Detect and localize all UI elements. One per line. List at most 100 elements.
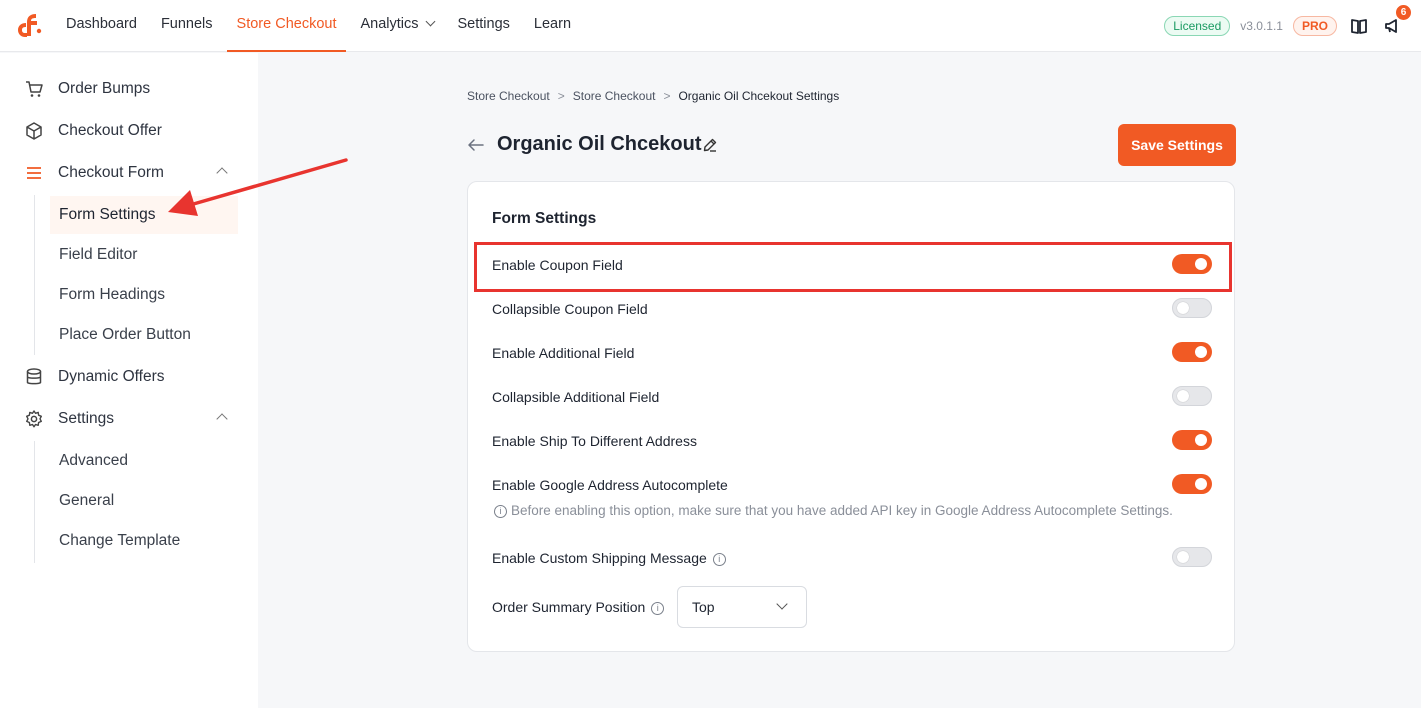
top-navigation-bar: Dashboard Funnels Store Checkout Analyti…	[0, 0, 1421, 52]
sidebar-sub-advanced[interactable]: Advanced	[50, 442, 238, 480]
toggle-knob	[1195, 478, 1207, 490]
sidebar-sub-label: Form Headings	[59, 286, 165, 303]
toggle-collapsible-additional[interactable]	[1172, 386, 1212, 406]
nav-store-checkout-label: Store Checkout	[236, 16, 337, 32]
toggle-knob	[1177, 390, 1189, 402]
setting-label-text: Enable Custom Shipping Message	[492, 550, 707, 566]
sidebar: Order Bumps Checkout Offer Checkout Form…	[0, 53, 258, 708]
autocomplete-hint: i Before enabling this option, make sure …	[492, 503, 1173, 518]
gear-icon	[24, 409, 44, 429]
breadcrumb-link[interactable]: Store Checkout	[467, 89, 550, 103]
breadcrumb-current: Organic Oil Chcekout Settings	[678, 89, 840, 103]
form-settings-card: Form Settings Enable Coupon Field Collap…	[467, 181, 1235, 652]
save-settings-button[interactable]: Save Settings	[1118, 124, 1236, 166]
docs-button[interactable]	[1347, 14, 1371, 38]
sidebar-sub-general[interactable]: General	[50, 482, 238, 520]
info-icon: i	[494, 505, 507, 518]
toggle-ship-different[interactable]	[1172, 430, 1212, 450]
setting-row-ship-different: Enable Ship To Different Address	[492, 430, 1212, 454]
top-right-area: Licensed v3.0.1.1 PRO 6	[1164, 0, 1411, 52]
setting-row-enable-additional: Enable Additional Field	[492, 342, 1212, 366]
toggle-enable-additional[interactable]	[1172, 342, 1212, 362]
select-value: Top	[692, 599, 715, 615]
setting-row-google-autocomplete: Enable Google Address Autocomplete	[492, 474, 1212, 498]
version-text: v3.0.1.1	[1240, 19, 1283, 33]
sidebar-item-order-bumps[interactable]: Order Bumps	[0, 69, 258, 109]
setting-label: Enable Custom Shipping Message i	[492, 550, 726, 566]
submenu-guide-line	[34, 441, 35, 563]
breadcrumb-link[interactable]: Store Checkout	[573, 89, 656, 103]
chevron-up-icon[interactable]	[216, 413, 228, 425]
nav-funnels[interactable]: Funnels	[149, 0, 225, 52]
nav-learn-label: Learn	[533, 16, 572, 32]
sidebar-item-label: Order Bumps	[58, 80, 151, 97]
breadcrumb: Store Checkout > Store Checkout > Organi…	[467, 89, 839, 103]
nav-settings[interactable]: Settings	[446, 0, 522, 52]
sidebar-item-checkout-form[interactable]: Checkout Form	[0, 153, 258, 193]
sidebar-item-dynamic-offers[interactable]: Dynamic Offers	[0, 357, 258, 397]
chevron-up-icon[interactable]	[216, 167, 228, 179]
edit-pencil-icon[interactable]	[702, 137, 718, 153]
toggle-collapsible-coupon[interactable]	[1172, 298, 1212, 318]
back-arrow-icon[interactable]	[466, 135, 486, 155]
sidebar-item-checkout-offer[interactable]: Checkout Offer	[0, 111, 258, 151]
setting-label-text: Order Summary Position	[492, 599, 646, 615]
nav-analytics-label: Analytics	[360, 16, 419, 32]
setting-label: Order Summary Position i	[492, 599, 665, 615]
setting-row-enable-coupon: Enable Coupon Field	[492, 254, 1212, 278]
order-summary-position-select[interactable]: Top	[677, 586, 807, 628]
setting-row-collapsible-additional: Collapsible Additional Field	[492, 386, 1212, 410]
fluentcart-logo-icon[interactable]	[16, 11, 44, 39]
toggle-knob	[1195, 258, 1207, 270]
chevron-down-icon	[776, 598, 788, 610]
toggle-knob	[1177, 302, 1189, 314]
setting-label: Collapsible Additional Field	[492, 389, 660, 405]
sidebar-sub-label: Change Template	[59, 532, 181, 549]
nav-settings-label: Settings	[457, 16, 510, 32]
notification-count-badge: 6	[1396, 5, 1411, 20]
page-title: Organic Oil Chcekout	[497, 133, 702, 155]
toggle-custom-shipping[interactable]	[1172, 547, 1212, 567]
announcements-button[interactable]: 6	[1381, 5, 1411, 38]
toggle-knob	[1177, 551, 1189, 563]
sidebar-item-label: Settings	[58, 410, 115, 427]
toggle-knob	[1195, 346, 1207, 358]
breadcrumb-separator: >	[663, 89, 671, 103]
sidebar-sub-label: General	[59, 492, 115, 509]
sidebar-sub-form-settings[interactable]: Form Settings	[50, 196, 238, 234]
megaphone-icon	[1385, 19, 1397, 33]
setting-label: Enable Additional Field	[492, 345, 635, 361]
sidebar-sub-form-headings[interactable]: Form Headings	[50, 276, 238, 314]
nav-analytics[interactable]: Analytics	[348, 0, 445, 52]
nav-store-checkout[interactable]: Store Checkout	[225, 0, 349, 52]
setting-row-custom-shipping: Enable Custom Shipping Message i	[492, 547, 1212, 571]
toggle-google-autocomplete[interactable]	[1172, 474, 1212, 494]
box-icon	[24, 121, 44, 141]
nav-dashboard-label: Dashboard	[66, 16, 137, 32]
nav-learn[interactable]: Learn	[522, 0, 583, 52]
info-icon[interactable]: i	[651, 602, 665, 615]
sidebar-item-label: Dynamic Offers	[58, 368, 165, 385]
sidebar-sub-field-editor[interactable]: Field Editor	[50, 236, 238, 274]
sidebar-item-label: Checkout Form	[58, 164, 164, 181]
setting-label: Enable Ship To Different Address	[492, 433, 697, 449]
database-icon	[24, 367, 44, 387]
sidebar-item-label: Checkout Offer	[58, 122, 162, 139]
sidebar-sub-change-template[interactable]: Change Template	[50, 522, 238, 560]
toggle-knob	[1195, 434, 1207, 446]
pro-badge: PRO	[1292, 16, 1337, 36]
sidebar-sub-label: Form Settings	[59, 206, 156, 223]
sidebar-sub-label: Field Editor	[59, 246, 138, 263]
breadcrumb-separator: >	[557, 89, 565, 103]
nav-dashboard[interactable]: Dashboard	[54, 0, 149, 52]
chevron-down-icon	[425, 16, 435, 27]
sidebar-sub-place-order-button[interactable]: Place Order Button	[50, 316, 238, 354]
cart-icon	[24, 79, 44, 99]
setting-row-order-summary: Order Summary Position i	[492, 596, 1212, 620]
setting-row-collapsible-coupon: Collapsible Coupon Field	[492, 298, 1212, 322]
sidebar-sub-label: Place Order Button	[59, 326, 191, 343]
toggle-enable-coupon[interactable]	[1172, 254, 1212, 274]
info-icon[interactable]: i	[712, 553, 726, 566]
sidebar-item-settings[interactable]: Settings	[0, 399, 258, 439]
main-nav: Dashboard Funnels Store Checkout Analyti…	[54, 0, 583, 52]
